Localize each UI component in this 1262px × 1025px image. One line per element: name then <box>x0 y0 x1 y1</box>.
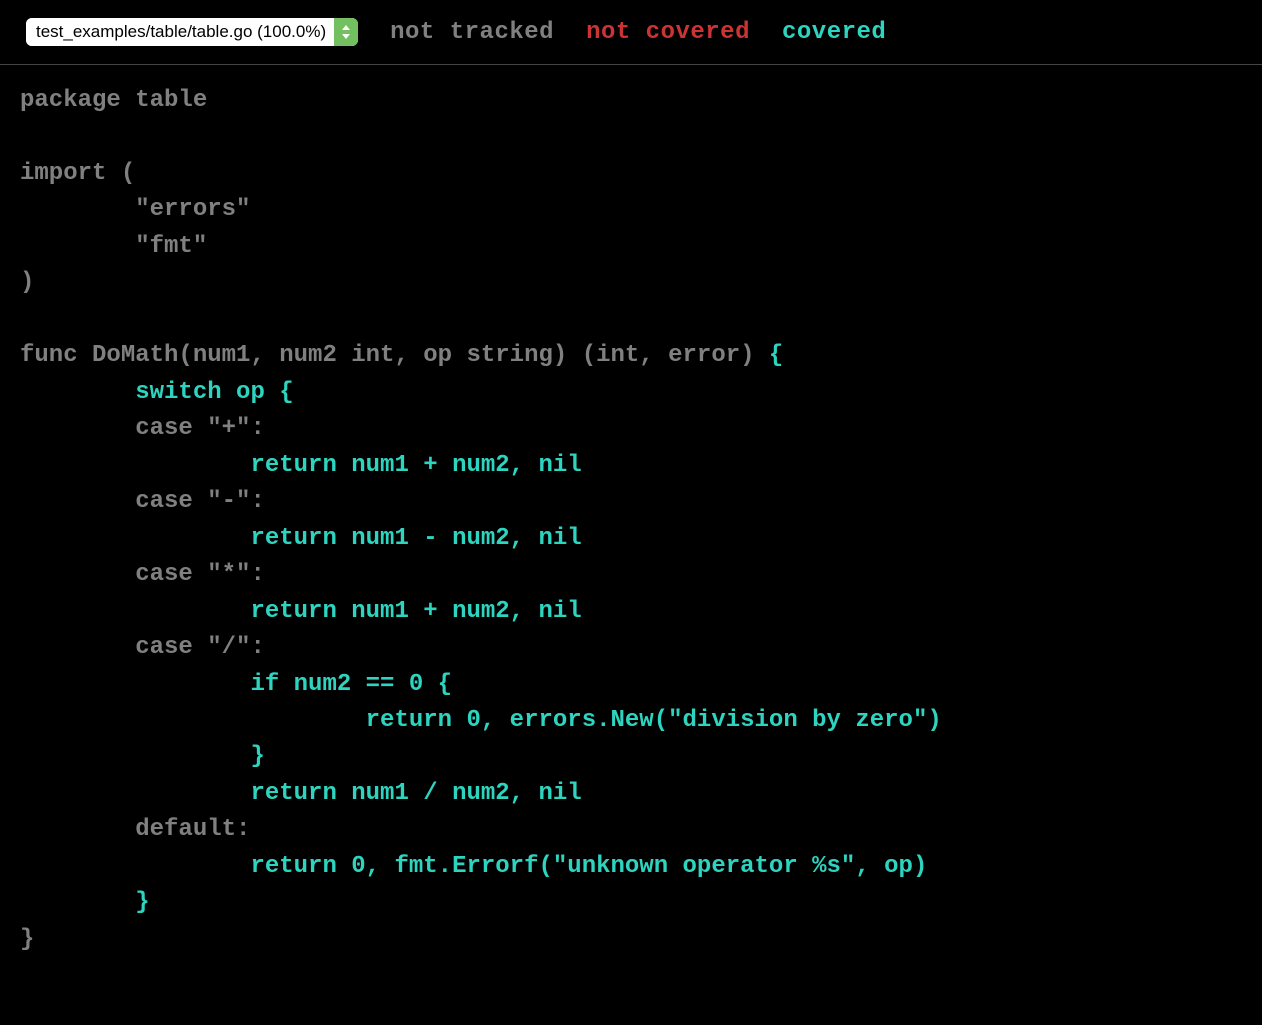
code-line: "errors" <box>20 192 1242 228</box>
code-line: } <box>20 885 1242 921</box>
code-line: } <box>20 739 1242 775</box>
code-segment: } <box>20 743 265 770</box>
code-line <box>20 302 1242 338</box>
code-segment: } <box>20 926 34 953</box>
code-segment <box>20 415 135 442</box>
code-line: return 0, fmt.Errorf("unknown operator %… <box>20 849 1242 885</box>
code-segment <box>20 561 135 588</box>
code-line: default: <box>20 812 1242 848</box>
code-segment: { <box>769 342 783 369</box>
legend-not-tracked: not tracked <box>390 19 554 46</box>
file-selector[interactable]: test_examples/table/table.go (100.0%) <box>26 18 334 46</box>
code-segment: default: <box>135 816 250 843</box>
code-line: return num1 - num2, nil <box>20 521 1242 557</box>
code-segment <box>20 123 34 150</box>
code-line: } <box>20 922 1242 958</box>
code-segment: package table <box>20 87 207 114</box>
code-line: "fmt" <box>20 229 1242 265</box>
code-line: return 0, errors.New("division by zero") <box>20 703 1242 739</box>
code-line: return num1 / num2, nil <box>20 776 1242 812</box>
code-line: case "-": <box>20 484 1242 520</box>
code-segment: ) <box>20 269 34 296</box>
code-line: import ( <box>20 156 1242 192</box>
code-segment: return 0, fmt.Errorf("unknown operator %… <box>20 853 927 880</box>
code-line: package table <box>20 83 1242 119</box>
code-segment: if num2 == 0 { <box>20 671 452 698</box>
code-segment: return num1 + num2, nil <box>20 598 582 625</box>
legend-covered: covered <box>782 19 886 46</box>
code-segment <box>20 634 135 661</box>
chevron-up-down-icon[interactable] <box>334 18 358 46</box>
code-segment: case "/": <box>135 634 265 661</box>
code-segment: case "+": <box>135 415 265 442</box>
legend-not-covered: not covered <box>586 19 750 46</box>
code-line: func DoMath(num1, num2 int, op string) (… <box>20 338 1242 374</box>
code-segment: return num1 - num2, nil <box>20 525 582 552</box>
code-line: case "*": <box>20 557 1242 593</box>
code-segment: switch op { <box>20 379 294 406</box>
code-segment: } <box>20 889 150 916</box>
code-segment: "errors" <box>20 196 250 223</box>
code-segment: "fmt" <box>20 233 207 260</box>
code-line <box>20 119 1242 155</box>
code-line: return num1 + num2, nil <box>20 448 1242 484</box>
code-segment <box>20 488 135 515</box>
code-segment <box>20 816 135 843</box>
code-line: switch op { <box>20 375 1242 411</box>
code-line: ) <box>20 265 1242 301</box>
code-segment <box>20 306 34 333</box>
code-line: case "+": <box>20 411 1242 447</box>
code-line: return num1 + num2, nil <box>20 594 1242 630</box>
file-selector-container[interactable]: test_examples/table/table.go (100.0%) <box>26 18 358 46</box>
code-segment: case "*": <box>135 561 265 588</box>
code-line: case "/": <box>20 630 1242 666</box>
code-segment: case "-": <box>135 488 265 515</box>
code-area: package table import ( "errors" "fmt") f… <box>0 65 1262 976</box>
code-segment: return num1 / num2, nil <box>20 780 582 807</box>
code-segment: import ( <box>20 160 135 187</box>
code-segment: return num1 + num2, nil <box>20 452 582 479</box>
code-segment: return 0, errors.New("division by zero") <box>20 707 942 734</box>
coverage-header: test_examples/table/table.go (100.0%) no… <box>0 0 1262 65</box>
code-segment: func DoMath(num1, num2 int, op string) (… <box>20 342 769 369</box>
code-line: if num2 == 0 { <box>20 667 1242 703</box>
